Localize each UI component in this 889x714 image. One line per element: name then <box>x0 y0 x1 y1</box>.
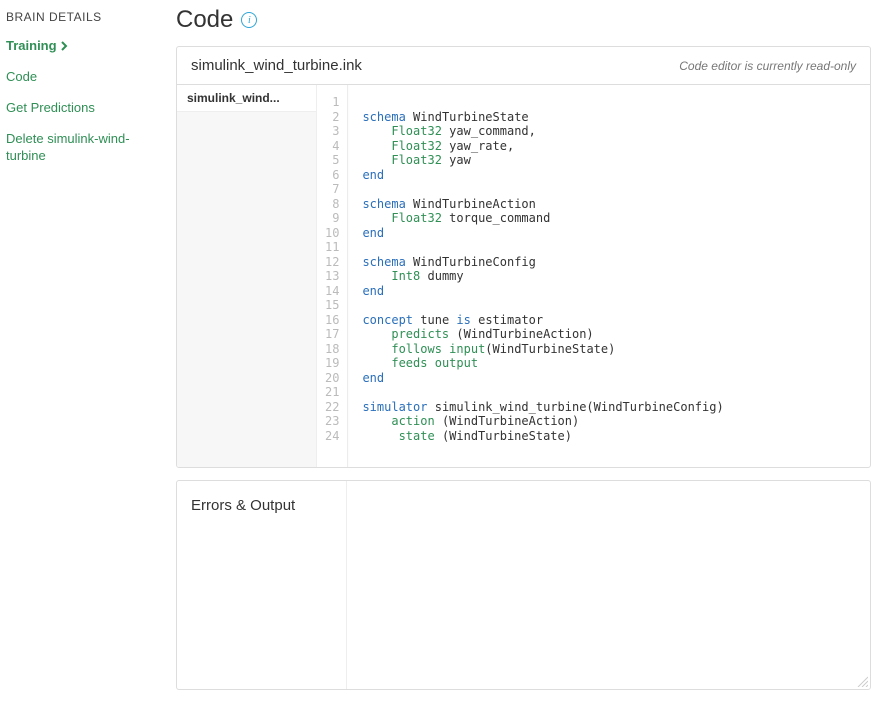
code-line: state (WindTurbineState) <box>362 429 723 444</box>
code-line: schema WindTurbineConfig <box>362 255 723 270</box>
file-tab[interactable]: simulink_wind... <box>177 85 316 112</box>
line-number: 13 <box>325 269 339 284</box>
chevron-right-icon <box>61 41 68 51</box>
code-line <box>362 95 723 110</box>
line-number: 3 <box>325 124 339 139</box>
code-line: follows input(WindTurbineState) <box>362 342 723 357</box>
line-number: 6 <box>325 168 339 183</box>
code-line: Float32 yaw_command, <box>362 124 723 139</box>
line-number: 11 <box>325 240 339 255</box>
resize-handle-icon[interactable] <box>856 675 868 687</box>
code-line <box>362 182 723 197</box>
code-line: end <box>362 371 723 386</box>
line-number: 23 <box>325 414 339 429</box>
output-panel: Errors & Output <box>176 480 871 690</box>
sidebar-item-label: Delete simulink-wind-turbine <box>6 131 144 165</box>
output-label: Errors & Output <box>177 481 347 689</box>
sidebar-item-delete-simulink-wind-turbine[interactable]: Delete simulink-wind-turbine <box>6 131 144 165</box>
main: Code i simulink_wind_turbine.ink Code ed… <box>150 0 889 714</box>
line-number: 10 <box>325 226 339 241</box>
code-line <box>362 298 723 313</box>
line-number: 20 <box>325 371 339 386</box>
code-line: end <box>362 284 723 299</box>
line-number: 18 <box>325 342 339 357</box>
line-number: 15 <box>325 298 339 313</box>
code-line <box>362 240 723 255</box>
sidebar-item-label: Get Predictions <box>6 100 95 117</box>
code-line: end <box>362 168 723 183</box>
sidebar-header: BRAIN DETAILS <box>6 10 144 24</box>
code-line: simulator simulink_wind_turbine(WindTurb… <box>362 400 723 415</box>
line-number: 1 <box>325 95 339 110</box>
page-title-row: Code i <box>176 6 871 34</box>
output-body: Errors & Output <box>177 481 870 689</box>
sidebar-item-code[interactable]: Code <box>6 69 144 86</box>
line-number: 19 <box>325 356 339 371</box>
code-line: Float32 yaw_rate, <box>362 139 723 154</box>
line-number: 5 <box>325 153 339 168</box>
code-panel-header: simulink_wind_turbine.ink Code editor is… <box>177 47 870 85</box>
code-line: schema WindTurbineState <box>362 110 723 125</box>
line-number: 8 <box>325 197 339 212</box>
sidebar-item-get-predictions[interactable]: Get Predictions <box>6 100 144 117</box>
file-tabs: simulink_wind... <box>177 85 317 467</box>
line-number: 21 <box>325 385 339 400</box>
code-line: Float32 torque_command <box>362 211 723 226</box>
editor-area: simulink_wind... 12345678910111213141516… <box>177 85 870 467</box>
sidebar: BRAIN DETAILS Training Code Get Prediction… <box>0 0 150 714</box>
sidebar-item-training[interactable]: Training <box>6 38 144 55</box>
output-content <box>347 481 870 689</box>
code-line: Int8 dummy <box>362 269 723 284</box>
line-gutter: 123456789101112131415161718192021222324 <box>317 85 348 467</box>
line-number: 16 <box>325 313 339 328</box>
code-line: end <box>362 226 723 241</box>
filename: simulink_wind_turbine.ink <box>191 57 362 74</box>
code-line <box>362 385 723 400</box>
line-number: 4 <box>325 139 339 154</box>
code-line: Float32 yaw <box>362 153 723 168</box>
code-line: concept tune is estimator <box>362 313 723 328</box>
line-number: 24 <box>325 429 339 444</box>
line-number: 14 <box>325 284 339 299</box>
code-panel: simulink_wind_turbine.ink Code editor is… <box>176 46 871 468</box>
code-line: action (WindTurbineAction) <box>362 414 723 429</box>
line-number: 22 <box>325 400 339 415</box>
readonly-note: Code editor is currently read-only <box>679 59 856 73</box>
line-number: 9 <box>325 211 339 226</box>
code-line: feeds output <box>362 356 723 371</box>
code-line: predicts (WindTurbineAction) <box>362 327 723 342</box>
code-line: schema WindTurbineAction <box>362 197 723 212</box>
code-container[interactable]: 123456789101112131415161718192021222324 … <box>317 85 870 467</box>
line-number: 17 <box>325 327 339 342</box>
info-icon[interactable]: i <box>241 12 257 28</box>
line-number: 12 <box>325 255 339 270</box>
line-number: 2 <box>325 110 339 125</box>
line-number: 7 <box>325 182 339 197</box>
page-title: Code <box>176 6 233 34</box>
sidebar-item-label: Training <box>6 38 57 55</box>
sidebar-item-label: Code <box>6 69 37 86</box>
code-lines: schema WindTurbineState Float32 yaw_comm… <box>348 85 733 467</box>
